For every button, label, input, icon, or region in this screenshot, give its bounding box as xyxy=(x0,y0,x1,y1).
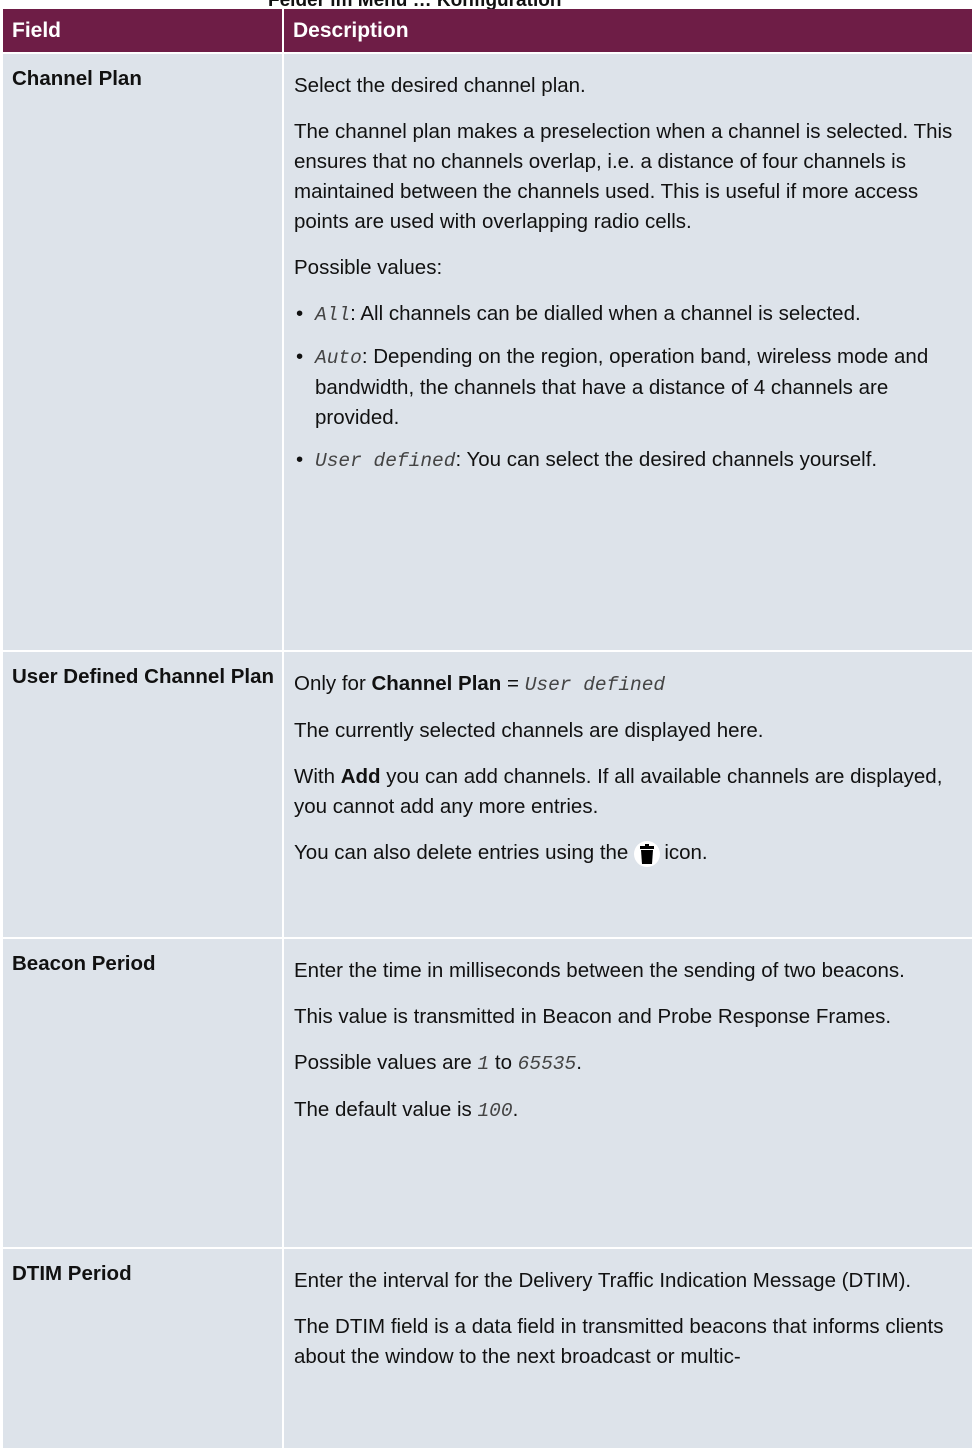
description-beacon-period: Enter the time in milliseconds between t… xyxy=(283,937,972,1248)
paragraph: The channel plan makes a preselection wh… xyxy=(294,120,953,233)
text: Possible values are xyxy=(294,1051,478,1074)
paragraph: Enter the interval for the Delivery Traf… xyxy=(294,1269,912,1292)
header-field: Field xyxy=(3,9,284,53)
value-text: : Depending on the region, operation ban… xyxy=(315,345,929,429)
value-code: 65535 xyxy=(517,1053,577,1075)
text: . xyxy=(576,1051,582,1074)
text: icon. xyxy=(664,841,708,864)
list-item: Auto: Depending on the region, operation… xyxy=(294,342,962,433)
value-code: User defined xyxy=(315,450,456,472)
text: With xyxy=(294,765,341,788)
list-item: User defined: You can select the desired… xyxy=(294,445,962,476)
value-code: User defined xyxy=(524,674,666,696)
value-code: All xyxy=(315,304,351,326)
text: to xyxy=(489,1051,518,1074)
description-dtim-period: Enter the interval for the Delivery Traf… xyxy=(283,1247,972,1448)
table-caption: Felder im Menü … Konfiguration xyxy=(0,0,972,9)
description-user-defined-channel-plan: Only for Channel Plan = User defined The… xyxy=(283,650,972,938)
table-caption-text: Felder im Menü … Konfiguration xyxy=(268,0,561,9)
text: You can also delete entries using the xyxy=(294,841,629,864)
table-row: Beacon Period Enter the time in millisec… xyxy=(3,937,972,1248)
value-code: 100 xyxy=(477,1100,513,1122)
field-dtim-period: DTIM Period xyxy=(3,1247,284,1448)
value-code: Auto xyxy=(315,347,362,369)
paragraph: This value is transmitted in Beacon and … xyxy=(294,1005,892,1028)
field-beacon-period: Beacon Period xyxy=(3,937,284,1248)
table-row: User Defined Channel Plan Only for Chann… xyxy=(3,650,972,938)
text: The default value is xyxy=(294,1098,478,1121)
paragraph: Possible values are 1 to 65535. xyxy=(294,1048,962,1079)
button-reference: Add xyxy=(340,765,381,788)
text: you can add channels. If all available c… xyxy=(294,765,943,818)
value-text: : You can select the desired channels yo… xyxy=(455,448,878,471)
paragraph: Select the desired channel plan. xyxy=(294,74,586,97)
field-reference: Channel Plan xyxy=(371,672,502,695)
paragraph: Possible values: xyxy=(294,256,443,279)
values-list: All: All channels can be dialled when a … xyxy=(294,299,962,476)
value-text: : All channels can be dialled when a cha… xyxy=(350,302,861,325)
paragraph: Only for Channel Plan = User defined xyxy=(294,669,962,700)
field-description-table: Field Description Channel Plan Select th… xyxy=(3,9,972,1448)
field-channel-plan: Channel Plan xyxy=(3,52,284,651)
text: . xyxy=(512,1098,519,1121)
paragraph: Enter the time in milliseconds between t… xyxy=(294,959,905,982)
paragraph: With Add you can add channels. If all av… xyxy=(294,762,962,822)
table-row: DTIM Period Enter the interval for the D… xyxy=(3,1247,972,1448)
trash-icon xyxy=(634,840,661,867)
table-row: Channel Plan Select the desired channel … xyxy=(3,52,972,651)
table-header-row: Field Description xyxy=(3,9,972,53)
text: Only for xyxy=(294,672,372,695)
text: = xyxy=(501,672,525,695)
paragraph: The default value is 100. xyxy=(294,1095,962,1126)
field-user-defined-channel-plan: User Defined Channel Plan xyxy=(3,650,284,938)
paragraph: You can also delete entries using the ico… xyxy=(294,838,962,868)
paragraph: The currently selected channels are disp… xyxy=(294,719,764,742)
description-channel-plan: Select the desired channel plan. The cha… xyxy=(283,52,972,651)
list-item: All: All channels can be dialled when a … xyxy=(294,299,962,330)
value-code: 1 xyxy=(477,1053,490,1075)
paragraph: The DTIM field is a data field in transm… xyxy=(294,1315,944,1368)
header-description: Description xyxy=(283,9,972,53)
